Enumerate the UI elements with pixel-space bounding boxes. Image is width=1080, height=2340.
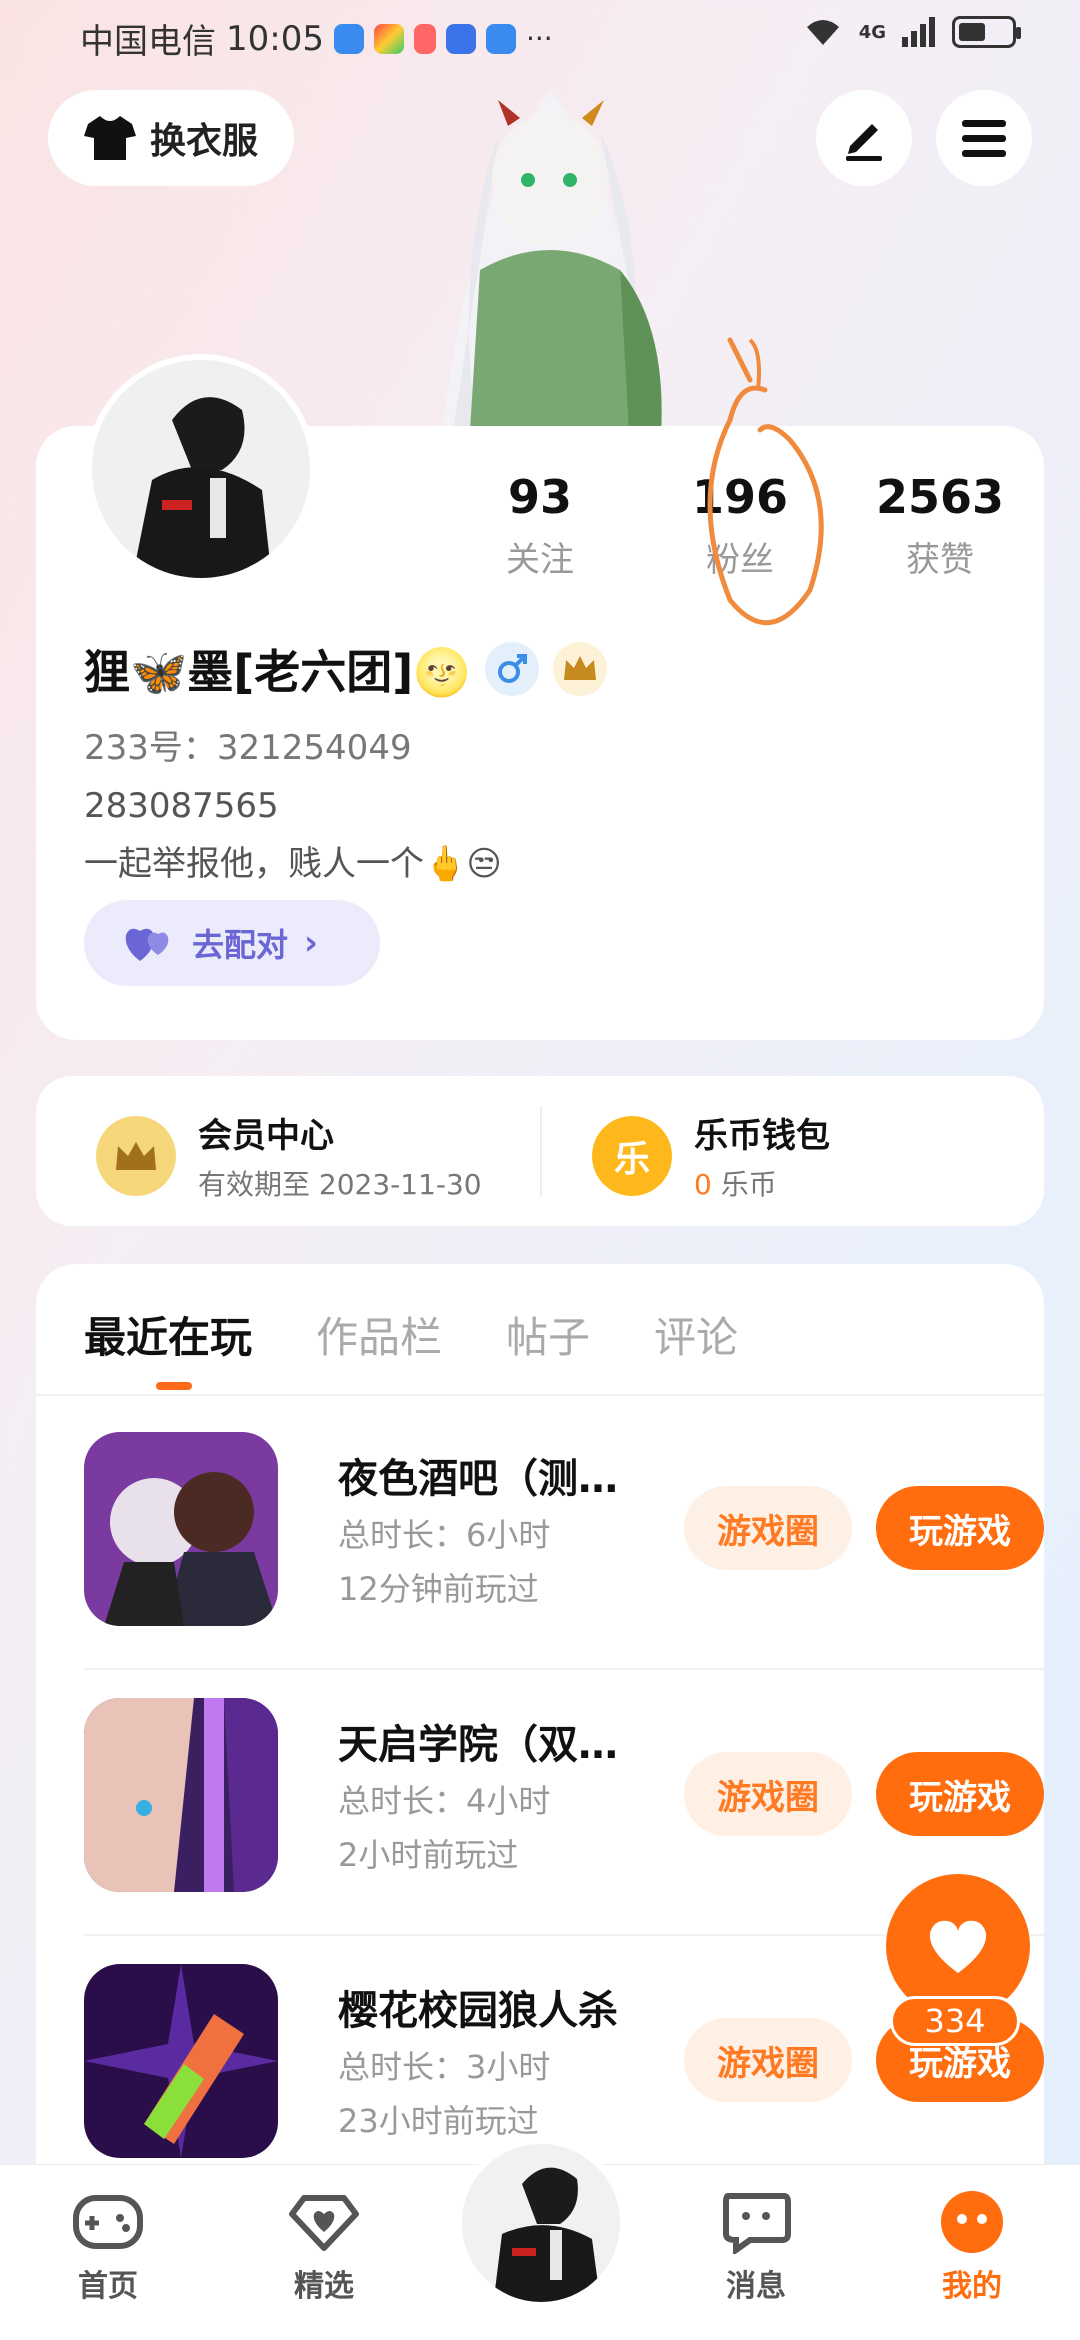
game-duration: 总时长：3小时 bbox=[338, 2048, 551, 2086]
profile-icon bbox=[936, 2189, 1008, 2255]
membership-card: 会员中心 有效期至 2023-11-30 乐 乐币钱包 0 乐币 bbox=[36, 1076, 1044, 1226]
profile-tabs: 最近在玩 作品栏 帖子 评论 bbox=[84, 1304, 738, 1365]
tab-comments[interactable]: 评论 bbox=[654, 1304, 738, 1365]
nav-profile[interactable]: 我的 bbox=[912, 2189, 1032, 2305]
wallet-title: 乐币钱包 bbox=[694, 1116, 830, 1156]
nav-messages[interactable]: 消息 bbox=[696, 2189, 816, 2305]
divider bbox=[540, 1106, 542, 1196]
more-notifications-icon: ··· bbox=[525, 22, 553, 55]
user-id: 233号：321254049 bbox=[84, 728, 412, 768]
tab-posts[interactable]: 帖子 bbox=[506, 1304, 590, 1365]
tshirt-icon bbox=[83, 116, 136, 160]
followers-stat[interactable]: 196 粉丝 bbox=[640, 470, 840, 581]
like-count-badge: 334 bbox=[890, 1996, 1020, 2046]
game-title: 樱花校园狼人杀 bbox=[338, 1988, 618, 2034]
coin-icon: 乐 bbox=[592, 1115, 672, 1196]
nav-home-label: 首页 bbox=[78, 2269, 138, 2304]
cloud-icon bbox=[333, 23, 364, 54]
game-circle-button[interactable]: 游戏圈 bbox=[684, 2018, 852, 2102]
status-bar: 中国电信 10:05 ··· 4G bbox=[0, 0, 1080, 72]
game-duration: 总时长：6小时 bbox=[338, 1516, 551, 1554]
play-game-button[interactable]: 玩游戏 bbox=[876, 1486, 1044, 1570]
game-duration: 总时长：4小时 bbox=[338, 1782, 551, 1820]
cloud-icon bbox=[485, 23, 516, 54]
name-row: 狸🦋墨[老六团]🌝 bbox=[84, 636, 607, 702]
game-row[interactable]: 天启学院（双… 总时长：4小时 2小时前玩过 游戏圈 玩游戏 bbox=[84, 1662, 1044, 1928]
likes-stat[interactable]: 2563 获赞 bbox=[840, 470, 1040, 581]
game-cover-image bbox=[84, 1698, 278, 1892]
menu-icon bbox=[962, 120, 1006, 157]
tab-works[interactable]: 作品栏 bbox=[316, 1304, 442, 1365]
vip-title: 会员中心 bbox=[198, 1116, 334, 1156]
nav-featured-label: 精选 bbox=[294, 2269, 354, 2304]
game-circle-button[interactable]: 游戏圈 bbox=[684, 1752, 852, 1836]
tab-recent[interactable]: 最近在玩 bbox=[84, 1304, 252, 1365]
game-row[interactable]: 夜色酒吧（测… 总时长：6小时 12分钟前玩过 游戏圈 玩游戏 bbox=[84, 1396, 1044, 1662]
status-left: 中国电信 10:05 ··· bbox=[80, 14, 553, 63]
game-cover-image bbox=[84, 1964, 278, 2158]
center-avatar-button[interactable] bbox=[456, 2138, 626, 2308]
nav-featured[interactable]: 精选 bbox=[264, 2189, 384, 2305]
bio-line-2: 一起举报他，贱人一个🖕😒 bbox=[84, 844, 502, 884]
status-right: 4G bbox=[803, 16, 1021, 48]
heart-diamond-icon bbox=[288, 2189, 360, 2255]
match-label: 去配对 bbox=[192, 926, 289, 964]
gamepad-icon bbox=[72, 2189, 144, 2255]
chevron-right-icon: › bbox=[304, 923, 319, 963]
following-label: 关注 bbox=[506, 540, 574, 580]
change-outfit-label: 换衣服 bbox=[149, 121, 258, 162]
vip-expiry: 有效期至 2023-11-30 bbox=[198, 1168, 482, 1201]
match-button[interactable]: 去配对 › bbox=[84, 900, 380, 986]
book-icon bbox=[413, 23, 436, 54]
game-cover-image bbox=[84, 1432, 278, 1626]
weather-icon bbox=[445, 23, 476, 54]
signal-icon bbox=[902, 17, 935, 47]
hearts-icon bbox=[125, 928, 169, 961]
following-count: 93 bbox=[507, 470, 572, 524]
crown-badge-icon bbox=[552, 642, 607, 696]
network-type: 4G bbox=[858, 21, 886, 43]
profile-avatar[interactable] bbox=[86, 354, 316, 584]
game-last-played: 2小时前玩过 bbox=[338, 1836, 519, 1874]
pen-icon bbox=[846, 124, 882, 161]
game-last-played: 12分钟前玩过 bbox=[338, 1570, 539, 1608]
chat-icon bbox=[720, 2189, 792, 2255]
tab-indicator bbox=[156, 1382, 192, 1390]
heart-icon bbox=[929, 1920, 987, 1973]
username: 狸🦋墨[老六团]🌝 bbox=[84, 645, 471, 699]
profile-stats: 93 关注 196 粉丝 2563 获赞 bbox=[440, 470, 1040, 581]
game-title: 天启学院（双… bbox=[338, 1722, 618, 1768]
game-last-played: 23小时前玩过 bbox=[338, 2102, 539, 2140]
bio-line-1: 283087565 bbox=[84, 786, 279, 826]
app-icon bbox=[373, 23, 404, 54]
battery-icon bbox=[952, 16, 1021, 48]
vip-center-entry[interactable]: 会员中心 有效期至 2023-11-30 bbox=[96, 1108, 482, 1203]
change-outfit-button[interactable]: 换衣服 bbox=[48, 90, 294, 186]
nav-home[interactable]: 首页 bbox=[48, 2189, 168, 2305]
nav-profile-label: 我的 bbox=[942, 2269, 1002, 2304]
clock-text: 10:05 bbox=[226, 18, 324, 59]
wallet-amount: 0 bbox=[694, 1168, 712, 1201]
male-gender-icon bbox=[484, 642, 539, 696]
game-title: 夜色酒吧（测… bbox=[338, 1456, 618, 1502]
wifi-icon bbox=[806, 20, 839, 45]
crown-icon bbox=[96, 1115, 176, 1196]
menu-button[interactable] bbox=[936, 90, 1032, 186]
likes-label: 获赞 bbox=[906, 540, 974, 580]
wallet-unit: 乐币 bbox=[720, 1168, 777, 1201]
likes-count: 2563 bbox=[875, 470, 1005, 524]
nav-messages-label: 消息 bbox=[726, 2269, 786, 2304]
following-stat[interactable]: 93 关注 bbox=[440, 470, 640, 581]
followers-label: 粉丝 bbox=[706, 540, 774, 580]
game-circle-button[interactable]: 游戏圈 bbox=[684, 1486, 852, 1570]
followers-count: 196 bbox=[691, 470, 789, 524]
edit-profile-button[interactable] bbox=[816, 90, 912, 186]
carrier-text: 中国电信 bbox=[80, 22, 216, 62]
wallet-entry[interactable]: 乐 乐币钱包 0 乐币 bbox=[592, 1108, 830, 1203]
character-avatar-image[interactable] bbox=[330, 70, 770, 450]
play-game-button[interactable]: 玩游戏 bbox=[876, 1752, 1044, 1836]
